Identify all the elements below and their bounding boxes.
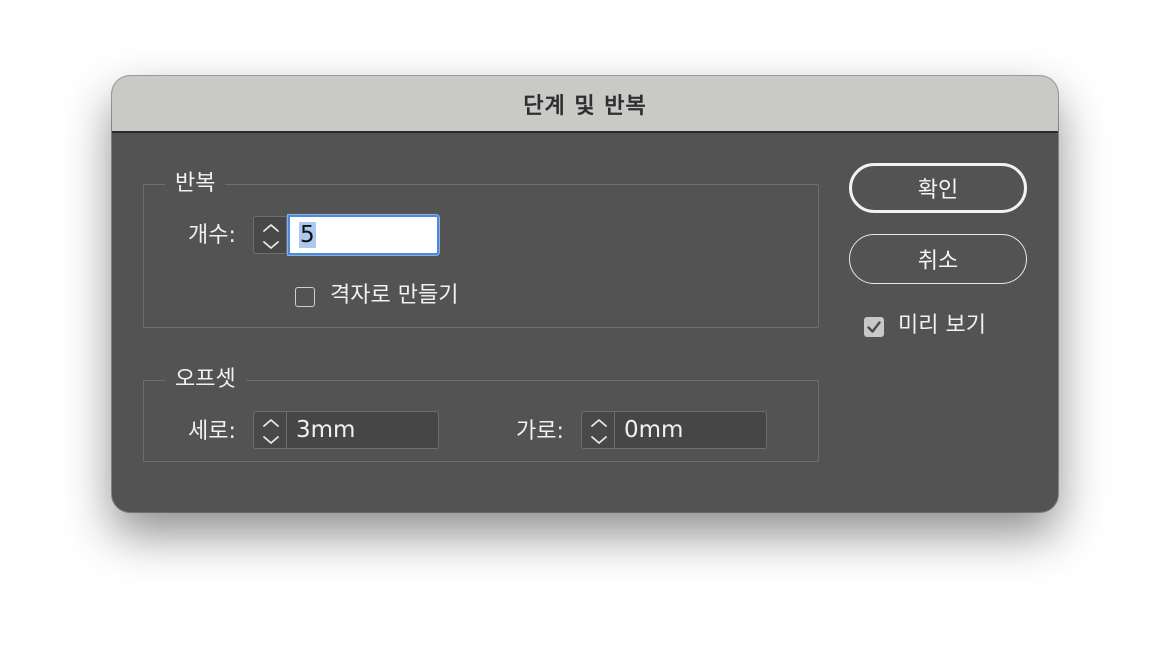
up-down-chevron-icon <box>591 419 607 444</box>
up-down-chevron-icon <box>263 419 279 444</box>
offset-legend: 오프셋 <box>165 367 246 393</box>
checkmark-icon <box>866 320 881 333</box>
horizontal-stepper[interactable] <box>581 411 615 449</box>
ok-button[interactable]: 확인 <box>849 163 1027 213</box>
repeat-group <box>143 184 819 328</box>
count-input[interactable]: 5 <box>288 215 439 255</box>
repeat-legend: 반복 <box>165 171 226 197</box>
vertical-input[interactable]: 3mm <box>287 411 439 449</box>
grid-checkbox[interactable] <box>295 287 315 307</box>
count-label: 개수: <box>188 223 236 248</box>
horizontal-input[interactable]: 0mm <box>615 411 767 449</box>
vertical-stepper[interactable] <box>253 411 287 449</box>
step-and-repeat-dialog: 단계 및 반복 반복 개수: 5 격자로 만들기 오프셋 세로: 3mm 가로:… <box>112 76 1058 512</box>
preview-checkbox[interactable] <box>864 317 884 337</box>
count-value: 5 <box>299 222 316 248</box>
count-stepper[interactable] <box>253 216 287 254</box>
up-down-chevron-icon <box>263 224 279 249</box>
cancel-button[interactable]: 취소 <box>849 234 1027 284</box>
dialog-title: 단계 및 반복 <box>523 93 647 119</box>
dialog-titlebar[interactable]: 단계 및 반복 <box>112 76 1058 133</box>
vertical-label: 세로: <box>188 419 236 444</box>
preview-label[interactable]: 미리 보기 <box>898 313 986 339</box>
horizontal-label: 가로: <box>516 419 564 444</box>
grid-label[interactable]: 격자로 만들기 <box>330 283 458 309</box>
